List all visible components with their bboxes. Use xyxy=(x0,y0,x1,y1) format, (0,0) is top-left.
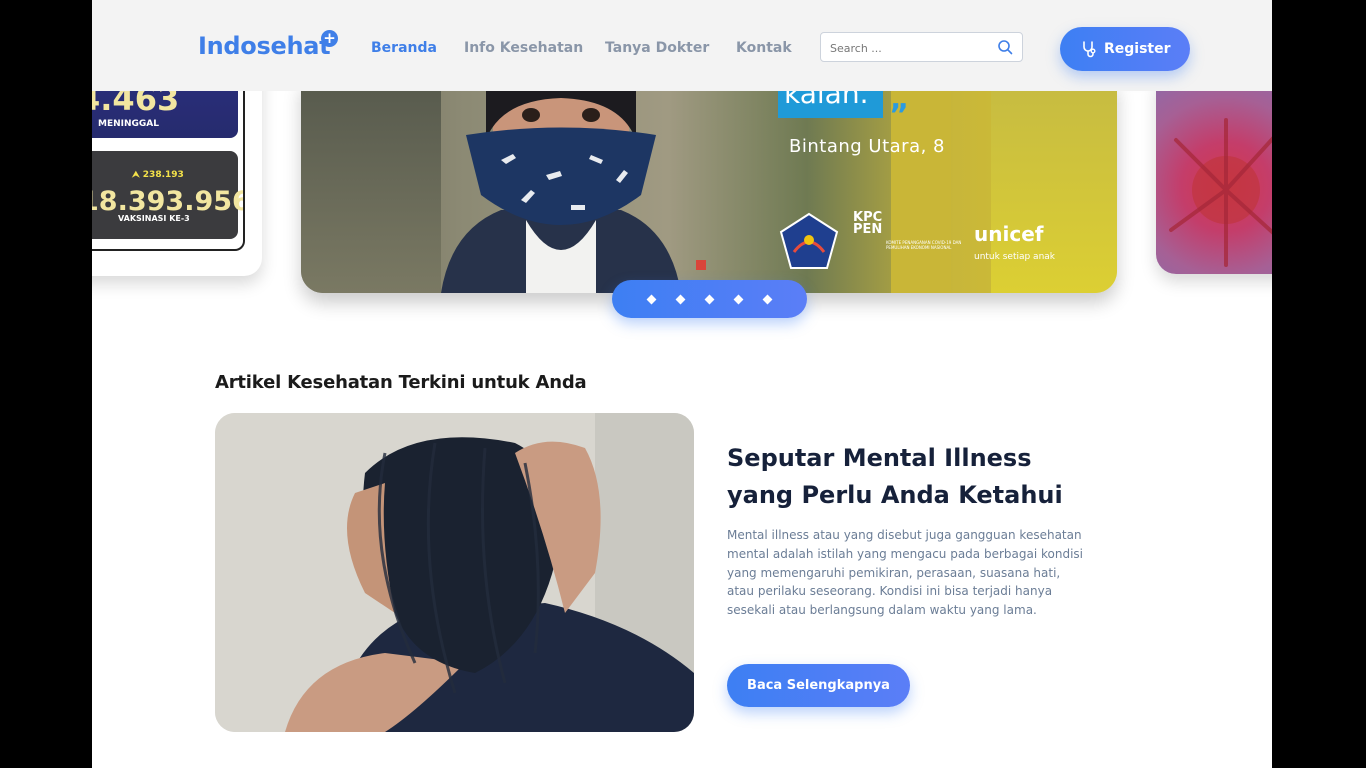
search-input[interactable] xyxy=(830,39,990,57)
slide-bg-left xyxy=(301,80,441,293)
quote-author: Bintang Utara, 8 xyxy=(789,136,945,157)
nav-beranda[interactable]: Beranda xyxy=(371,40,437,56)
kpcpen-logo: KPC PEN xyxy=(853,210,883,237)
unicef-tagline: untuk setiap anak xyxy=(974,252,1056,262)
article-photo xyxy=(215,413,694,732)
header: Indosehat + Beranda Info Kesehatan Tanya… xyxy=(92,0,1272,91)
red-marker xyxy=(696,260,706,270)
deaths-label: MENINGGAL xyxy=(98,119,159,129)
page: Indosehat + Beranda Info Kesehatan Tanya… xyxy=(92,0,1272,768)
vaccination-value: 18.393.956 xyxy=(92,186,245,217)
register-label: Register xyxy=(1104,41,1171,57)
carousel-dot-1[interactable] xyxy=(646,293,658,305)
logo[interactable]: Indosehat xyxy=(198,32,331,60)
vaccination-delta-value: 238.193 xyxy=(142,170,184,180)
nav-tanya-dokter[interactable]: Tanya Dokter xyxy=(605,40,709,56)
article-title[interactable]: Seputar Mental Illness yang Perlu Anda K… xyxy=(727,440,1097,514)
carousel-dot-5[interactable] xyxy=(762,293,774,305)
read-more-button[interactable]: Baca Selengkapnya xyxy=(727,664,910,707)
carousel-indicator xyxy=(612,280,807,318)
unicef-logo: unicef xyxy=(974,222,1044,246)
stethoscope-icon xyxy=(1083,40,1096,57)
article-image[interactable] xyxy=(215,413,694,732)
nav-info-kesehatan[interactable]: Info Kesehatan xyxy=(464,40,583,56)
search-icon[interactable] xyxy=(997,39,1014,56)
bnpb-logo-icon xyxy=(779,212,839,269)
slide-virus-card[interactable] xyxy=(1156,80,1272,274)
quote-mark: ” xyxy=(889,98,909,133)
nav-kontak[interactable]: Kontak xyxy=(736,40,792,56)
carousel-dot-2[interactable] xyxy=(675,293,687,305)
child-with-mask-image xyxy=(441,80,681,293)
virus-image xyxy=(1169,118,1272,267)
vaccination-stat: ⮝ 238.193 18.393.956 VAKSINASI KE-3 xyxy=(92,151,243,239)
kpcpen-caption: KOMITE PENANGANAN COVID-19 DAN PEMULIHAN… xyxy=(886,240,962,250)
vaccination-delta: ⮝ 238.193 xyxy=(132,170,184,180)
logo-plus-icon: + xyxy=(321,30,338,47)
slide-stats-card[interactable]: 4.463 MENINGGAL ⮝ 238.193 18.393.956 VAK… xyxy=(92,60,262,276)
slide-main[interactable]: kalah. ” Bintang Utara, 8 KPC PEN KOMITE… xyxy=(301,80,1117,293)
register-button[interactable]: Register xyxy=(1060,27,1190,71)
vaccination-label: VAKSINASI KE-3 xyxy=(118,214,190,223)
article-body: Mental illness atau yang disebut juga ga… xyxy=(727,528,1083,618)
search-box xyxy=(820,32,1023,62)
carousel-dot-3[interactable] xyxy=(704,293,716,305)
carousel-dot-4[interactable] xyxy=(733,293,745,305)
section-heading: Artikel Kesehatan Terkini untuk Anda xyxy=(215,372,587,393)
